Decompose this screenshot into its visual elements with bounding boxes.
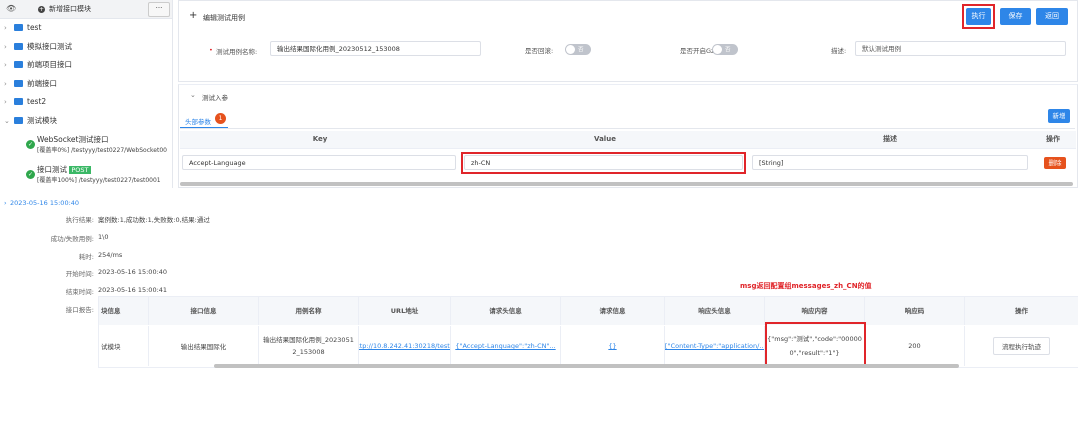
sidebar-toolbar: 👁 + 新增接口模块 ···: [0, 0, 172, 19]
api-coverage-path: [覆盖率0%] /testyyy/test0227/WebSocket00: [37, 147, 167, 154]
rt-cell-resp-body: {"msg":"测试","code":"00000 0","result":"1"…: [765, 326, 865, 366]
params-title: 测试入参: [202, 94, 228, 102]
tree-folder-mock[interactable]: › 模拟接口测试: [4, 40, 72, 54]
rt-col-req-headers: 请求头信息: [451, 297, 561, 325]
report-label: 接口报告:: [65, 306, 94, 314]
col-key: Key: [180, 131, 460, 149]
case-name-label: 测试用例名称:: [216, 48, 258, 56]
tab-badge: 1: [215, 113, 226, 124]
rt-col-resp-body: 响应内容: [765, 297, 865, 325]
tree-folder-frontend-api[interactable]: › 前端接口: [4, 77, 57, 91]
tree-folder-test2[interactable]: › test2: [4, 95, 46, 109]
chevron-right-icon: ›: [4, 80, 7, 88]
chevron-right-icon: ›: [4, 98, 7, 106]
add-param-button[interactable]: 新增: [1048, 109, 1070, 123]
api-coverage-path: [覆盖率100%] /testyyy/test0227/test0001: [37, 177, 161, 184]
page-title: 编辑测试用例: [203, 14, 245, 22]
pass-fail-value: 1\0: [98, 233, 109, 241]
exec-result-label: 执行结果:: [65, 216, 94, 224]
exec-result-value: 案例数:1,成功数:1,失败数:0,结果:通过: [98, 216, 210, 224]
rollback-toggle[interactable]: 否: [565, 44, 591, 55]
annotation-text: msg返回配置组messages_zh_CN的值: [740, 282, 872, 290]
rt-col-block: 块信息: [99, 297, 149, 325]
folder-icon: [14, 43, 23, 50]
duration-label: 耗时:: [78, 253, 94, 261]
desc-input[interactable]: 默认测试用例: [855, 41, 1066, 56]
add-module-button[interactable]: + 新增接口模块: [38, 4, 91, 14]
rt-cell-req-headers[interactable]: {"Accept-Language":"zh-CN"...: [451, 326, 561, 366]
required-mark: •: [209, 46, 213, 54]
rt-cell-api: 输出结果国际化: [149, 326, 259, 366]
rt-col-url: URL地址: [359, 297, 451, 325]
duration-value: 254/ms: [98, 251, 123, 259]
delete-param-button[interactable]: 删除: [1044, 157, 1066, 169]
tree-folder-test[interactable]: › test: [4, 21, 41, 35]
chevron-right-icon: ›: [4, 43, 7, 51]
tab-divider: [180, 128, 1075, 129]
tree-folder-frontend-project[interactable]: › 前端项目接口: [4, 58, 72, 72]
rt-col-resp-headers: 响应头信息: [665, 297, 765, 325]
rt-col-api: 接口信息: [149, 297, 259, 325]
collapse-arrow-icon[interactable]: ⌄: [190, 91, 196, 99]
check-circle-icon: ✓: [26, 170, 35, 179]
plus-circle-icon: +: [38, 6, 45, 13]
rt-cell-url[interactable]: http://10.8.242.41:30218/test...: [359, 326, 451, 366]
more-button[interactable]: ···: [148, 2, 170, 17]
params-scrollbar[interactable]: [180, 182, 1073, 186]
start-time-value: 2023-05-16 15:00:40: [98, 268, 168, 276]
folder-icon: [14, 98, 23, 105]
param-key-input[interactable]: Accept-Language: [182, 155, 456, 170]
eye-icon[interactable]: 👁: [6, 4, 16, 13]
rt-col-status: 响应码: [865, 297, 965, 325]
end-time-label: 结束时间:: [65, 288, 94, 296]
rt-col-case: 用例名称: [259, 297, 359, 325]
rt-col-action: 操作: [965, 297, 1078, 325]
save-button[interactable]: 保存: [1000, 8, 1031, 25]
rollback-label: 是否回滚:: [525, 47, 554, 55]
param-value-input[interactable]: zh-CN: [464, 155, 743, 170]
end-time-value: 2023-05-16 15:00:41: [98, 286, 168, 294]
folder-icon: [14, 61, 23, 68]
result-expand-icon[interactable]: ›: [4, 199, 7, 207]
check-circle-icon: ✓: [26, 140, 35, 149]
case-name-input[interactable]: 输出结果国际化用例_20230512_153008: [270, 41, 481, 56]
rt-cell-status: 200: [865, 326, 965, 366]
tab-header-params[interactable]: 头部参数: [185, 116, 211, 126]
rt-cell-action: 流程执行轨迹: [965, 326, 1078, 366]
execute-button[interactable]: 执行: [966, 8, 991, 25]
pass-fail-label: 成功/失败用例:: [50, 235, 94, 243]
col-value: Value: [460, 131, 750, 149]
chevron-right-icon: ›: [4, 61, 7, 69]
rt-cell-resp-headers[interactable]: {"Content-Type":"application/...: [665, 326, 765, 366]
gzip-toggle[interactable]: 否: [712, 44, 738, 55]
folder-icon: [14, 24, 23, 31]
col-desc: 描述: [750, 131, 1030, 149]
start-time-label: 开始时间:: [65, 270, 94, 278]
plus-icon: +: [189, 10, 198, 21]
rt-col-req-info: 请求信息: [561, 297, 665, 325]
desc-label: 描述:: [831, 47, 847, 55]
report-scrollbar[interactable]: [214, 364, 959, 368]
folder-icon: [14, 117, 23, 124]
chevron-down-icon: ⌄: [4, 117, 10, 125]
param-desc-input[interactable]: [String]: [752, 155, 1028, 170]
folder-icon: [14, 80, 23, 87]
api-name: 接口测试 POST: [37, 165, 91, 174]
flow-trace-button[interactable]: 流程执行轨迹: [993, 337, 1050, 355]
rt-cell-case: 输出结果国际化用例_2023051 2_153008: [259, 326, 359, 366]
result-timestamp[interactable]: 2023-05-16 15:00:40: [10, 199, 79, 207]
rt-cell-block: 试模块: [99, 326, 149, 366]
tree-folder-test-module[interactable]: ⌄ 测试模块: [4, 114, 57, 128]
col-action: 操作: [1030, 131, 1076, 149]
module-sidebar: 👁 + 新增接口模块 ··· › test › 模拟接口测试 › 前端项目接口 › 前端接…: [0, 0, 173, 188]
back-button[interactable]: 返回: [1036, 8, 1068, 25]
method-badge: POST: [69, 166, 91, 174]
chevron-right-icon: ›: [4, 24, 7, 32]
rt-cell-req-info[interactable]: {}: [561, 326, 665, 366]
